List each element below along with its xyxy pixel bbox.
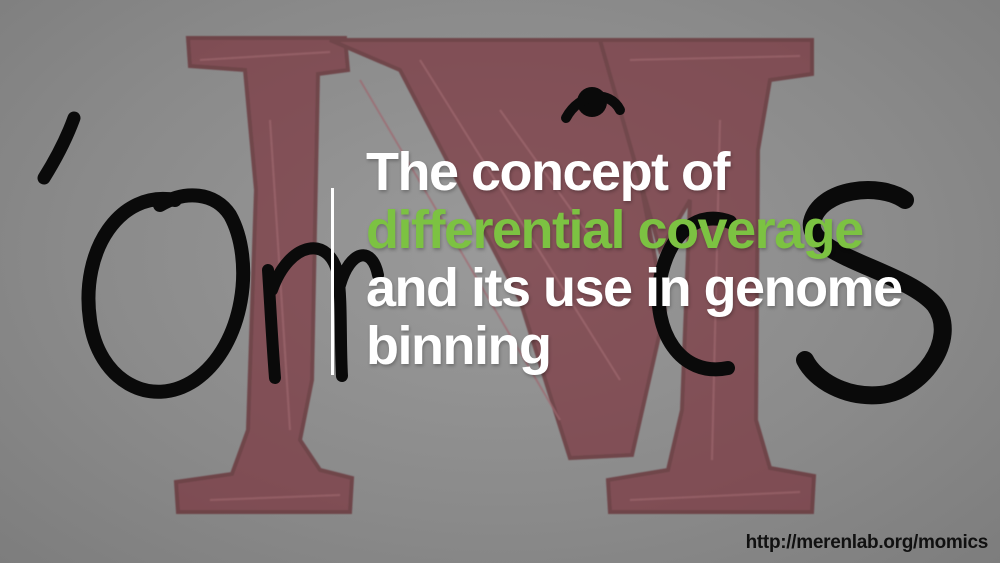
title-line-3: and its use in genome bbox=[366, 258, 903, 318]
letter-o-stroke bbox=[81, 188, 251, 399]
slide: The concept of differential coverage and… bbox=[0, 0, 1000, 563]
title-line-1: The concept of bbox=[366, 142, 731, 202]
title-line-4: binning bbox=[366, 316, 552, 376]
title-divider bbox=[331, 188, 334, 375]
title-line-2-highlight: differential coverage bbox=[366, 200, 864, 260]
slide-title: The concept of differential coverage and… bbox=[366, 143, 986, 375]
source-url: http://merenlab.org/momics bbox=[745, 532, 989, 553]
apostrophe-stroke bbox=[37, 111, 81, 185]
